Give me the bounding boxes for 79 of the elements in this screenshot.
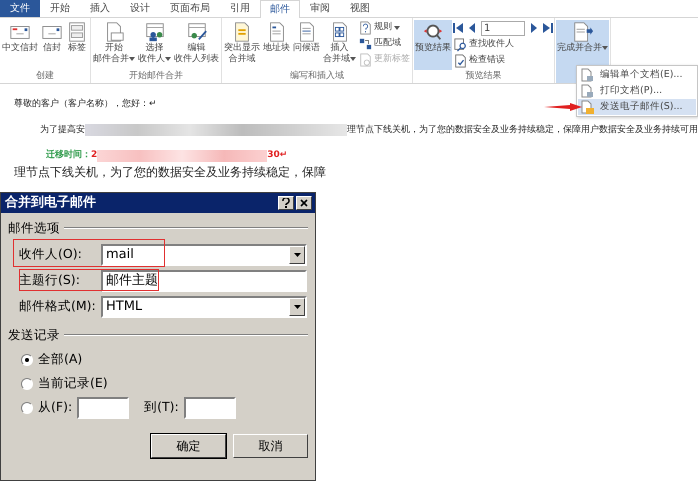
ribbon-tab[interactable]: 插入 [80, 0, 120, 17]
next-record-icon[interactable] [528, 22, 539, 34]
ribbon-button[interactable]: 中文信封 [1, 20, 39, 70]
ribbon-tab[interactable]: 审阅 [300, 0, 340, 17]
ribbon-button[interactable]: 开始 邮件合并 [92, 20, 136, 70]
dialog-button[interactable]: 确定 [151, 434, 226, 458]
dialog-button[interactable]: 取消 [233, 434, 308, 458]
mail-document-icon [581, 100, 594, 114]
refresh-document-icon [359, 52, 372, 66]
menu-item[interactable]: 打印文档(P)... [578, 83, 696, 99]
field-label: 主题行(S): [19, 271, 81, 290]
help-button[interactable] [278, 196, 294, 210]
ribbon-button[interactable]: 选择 收件人 [137, 20, 172, 70]
body-text: 理节点下线关机，为了您的数据安全及业务持续稳定，保障 [14, 164, 326, 178]
radio-button[interactable] [21, 354, 33, 366]
help-icon [282, 198, 290, 208]
group-title: 发送记录 [8, 326, 60, 344]
dialog-title: 合并到电子邮件 [5, 194, 97, 212]
ribbon-button[interactable]: 突出显示 合并域 [223, 20, 261, 70]
ribbon-tab[interactable]: 文件 [0, 0, 40, 17]
greeting-text: 尊敬的客户（客户名称），您好：↵ [14, 98, 157, 111]
field-label: 到(T): [144, 398, 179, 416]
ribbon-button[interactable]: 编辑 收件人列表 [173, 20, 220, 70]
printer-icon [581, 84, 594, 98]
group-label: 开始邮件合并 [128, 70, 184, 83]
dropdown-arrow-icon [294, 304, 300, 309]
ribbon-tab[interactable]: 开始 [40, 0, 80, 17]
input-field[interactable]: 邮件主题 [101, 270, 307, 292]
last-record-icon[interactable] [542, 22, 553, 34]
document-arrow-icon [572, 21, 594, 43]
dropdown-arrow-icon [294, 252, 300, 257]
check-document-icon [454, 54, 467, 68]
migration-label: 迁移时间： [46, 149, 91, 162]
previous-record-icon[interactable] [467, 22, 478, 34]
radio-label: 当前记录(E) [38, 374, 108, 392]
search-icon [454, 38, 467, 52]
radio-button[interactable] [21, 378, 33, 390]
ribbon-tab[interactable]: 邮件 [260, 0, 300, 18]
ribbon-button[interactable]: 地址块 [262, 20, 291, 70]
group-title: 邮件选项 [8, 219, 60, 237]
ribbon-tab[interactable]: 视图 [340, 0, 380, 17]
label-sheet-icon [66, 21, 88, 43]
field-label: 邮件格式(M): [19, 297, 97, 316]
group-label: 创建 [35, 70, 55, 83]
document-icon [581, 68, 594, 82]
group-label: 编写和插入域 [289, 70, 345, 83]
menu-item[interactable]: 发送电子邮件(S)... [578, 99, 696, 115]
input-field[interactable] [77, 396, 130, 418]
ribbon-small-button[interactable]: 查找收件人 [453, 37, 553, 52]
field-label: 收件人(O): [19, 245, 83, 264]
group-label: 预览结果 [464, 70, 502, 83]
body-text: 理节点下线关机，为了您的数据安全及业务持续稳定，保障用户数据安全及业务持续可用 [347, 124, 698, 136]
ribbon-button[interactable]: 问候语 [292, 20, 321, 70]
people-list-icon [144, 21, 166, 43]
ribbon-small-button[interactable]: 检查错误 [453, 53, 553, 68]
radio-button[interactable] [21, 402, 33, 414]
first-record-icon[interactable] [453, 22, 464, 34]
ribbon-button[interactable]: 预览结果 [414, 20, 452, 70]
close-button[interactable] [296, 196, 312, 210]
dropdown-field[interactable]: HTML [101, 296, 307, 318]
ribbon-small-button[interactable]: 规则 [358, 20, 411, 35]
body-text: 为了提高安 [40, 124, 85, 136]
ribbon-tab[interactable]: 引用 [220, 0, 260, 17]
record-number-field[interactable]: 1 [481, 20, 525, 36]
close-icon [300, 199, 308, 208]
ribbon-tab[interactable]: 页面布局 [160, 0, 220, 17]
ribbon-button[interactable]: 信封 [40, 20, 64, 70]
dropdown-field[interactable]: mail [101, 244, 307, 266]
input-field[interactable] [184, 396, 236, 418]
migration-value: 30↵ [267, 149, 288, 162]
rule-document-icon [359, 20, 372, 34]
radio-label: 从(F): [38, 398, 72, 416]
radio-label: 全部(A) [38, 350, 82, 368]
ribbon-button[interactable]: 标签 [65, 20, 89, 70]
ribbon-button[interactable]: 插入 合并域 [322, 20, 357, 70]
migration-value: 2 [91, 149, 98, 162]
ribbon-small-button[interactable]: 匹配域 [358, 36, 411, 51]
ribbon-tab[interactable]: 设计 [120, 0, 160, 17]
match-fields-icon [359, 36, 372, 50]
